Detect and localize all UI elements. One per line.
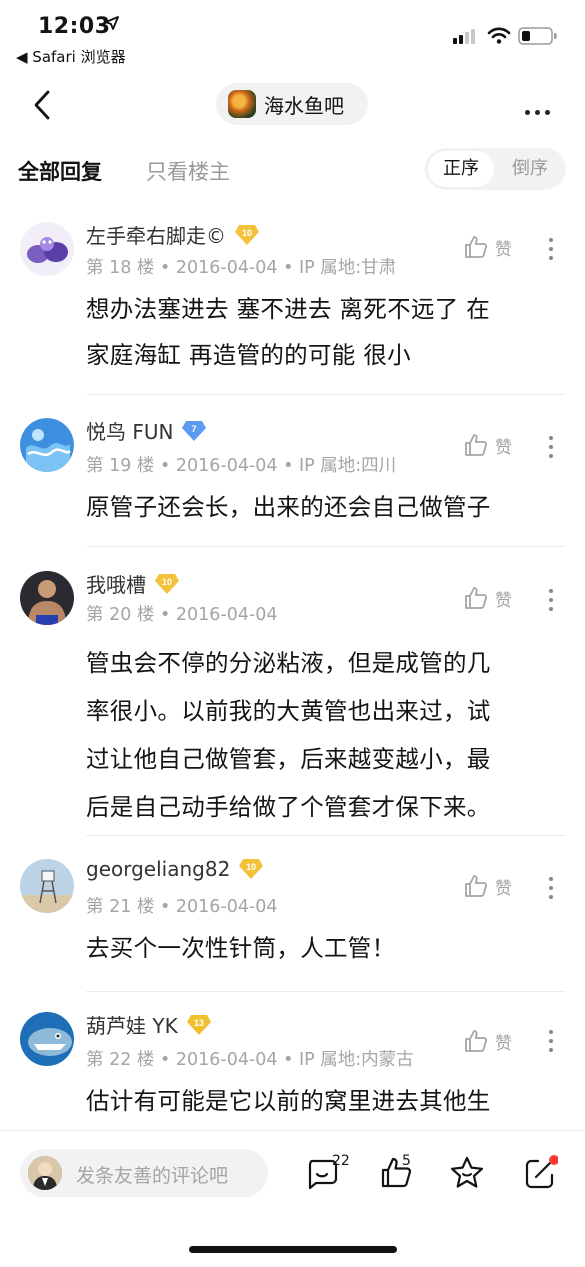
thumb-up-icon	[465, 1030, 488, 1052]
avatar[interactable]	[20, 222, 74, 276]
forum-pill[interactable]: 海水鱼吧	[216, 83, 368, 125]
avatar[interactable]	[20, 418, 74, 472]
reply-item: 我哦槽 10 第 20 楼 • 2016-04-04 赞 管虫会不停的分泌粘液，…	[0, 557, 585, 837]
divider	[86, 835, 565, 836]
level-badge-icon: 10	[155, 573, 179, 594]
username-text: 我哦槽	[86, 573, 146, 597]
reply-item: 左手牵右脚走© 10 第 18 楼 • 2016-04-04 • IP 属地:甘…	[0, 206, 585, 396]
level-number: 13	[194, 1018, 204, 1028]
back-to-safari-link[interactable]: ◀ Safari 浏览器	[16, 46, 126, 67]
avatar[interactable]	[20, 859, 74, 913]
reply-tabs: 全部回复 只看楼主 正序 倒序	[0, 140, 585, 200]
username[interactable]: georgeliang82 10	[86, 857, 264, 881]
thumb-up-icon	[465, 587, 488, 609]
wifi-icon	[487, 27, 511, 44]
avatar[interactable]	[20, 571, 74, 625]
thumb-up-icon	[465, 875, 488, 897]
reply-item: 葫芦娃 YK 13 第 22 楼 • 2016-04-04 • IP 属地:内蒙…	[0, 998, 585, 1130]
comment-input[interactable]: 发条友善的评论吧	[20, 1149, 268, 1197]
reply-more-icon[interactable]	[549, 589, 553, 616]
like-label: 赞	[495, 437, 512, 458]
username[interactable]: 左手牵右脚走© 10	[86, 220, 260, 249]
username[interactable]: 葫芦娃 YK 13	[86, 1010, 212, 1039]
reply-more-icon[interactable]	[549, 436, 553, 463]
like-label: 赞	[495, 590, 512, 611]
forum-name: 海水鱼吧	[264, 93, 344, 118]
tab-all-replies[interactable]: 全部回复	[18, 156, 102, 186]
level-number: 7	[192, 424, 197, 434]
tab-owner-only[interactable]: 只看楼主	[146, 156, 230, 186]
thumb-up-icon	[465, 434, 488, 456]
back-chevron-icon[interactable]	[28, 88, 58, 122]
like-label: 赞	[495, 239, 512, 260]
divider	[86, 546, 565, 547]
comment-count: 22	[332, 1153, 350, 1169]
reply-content: 想办法塞进去 塞不进去 离死不远了 在 家庭海缸 再造管的的可能 很小	[86, 295, 491, 369]
reply-more-icon[interactable]	[549, 238, 553, 265]
level-badge-icon: 13	[186, 1014, 211, 1035]
username[interactable]: 我哦槽 10	[86, 569, 180, 598]
my-avatar	[28, 1156, 62, 1190]
like-button[interactable]: 赞	[463, 234, 512, 260]
signal-icon	[453, 29, 475, 44]
level-number: 10	[246, 862, 256, 872]
like-button[interactable]: 赞	[463, 873, 512, 899]
status-time: 12:03	[38, 14, 111, 39]
order-ascending-button[interactable]: 正序	[428, 151, 494, 187]
home-indicator	[189, 1246, 397, 1253]
order-toggle: 正序 倒序	[425, 148, 566, 190]
star-icon[interactable]	[449, 1155, 485, 1191]
like-button[interactable]: 赞	[463, 432, 512, 458]
like-button[interactable]: 赞	[463, 1028, 512, 1054]
location-arrow-icon	[105, 16, 119, 30]
thumb-up-icon	[465, 236, 488, 258]
username-text: 左手牵右脚走©	[86, 224, 226, 248]
level-number: 10	[162, 577, 172, 587]
reply-meta: 第 22 楼 • 2016-04-04 • IP 属地:内蒙古	[86, 1050, 414, 1070]
reply-meta: 第 19 楼 • 2016-04-04 • IP 属地:四川	[86, 456, 397, 476]
username-text: georgeliang82	[86, 857, 231, 881]
battery-icon	[518, 27, 557, 45]
more-icon[interactable]	[525, 100, 555, 119]
reply-content: 估计有可能是它以前的窝里进去其他生	[86, 1087, 491, 1115]
reply-content: 管虫会不停的分泌粘液，但是成管的几 率很小。以前我的大黄管也出来过，试 过让他自…	[86, 649, 491, 821]
divider	[86, 991, 565, 992]
forum-avatar	[228, 90, 256, 118]
comment-placeholder: 发条友善的评论吧	[76, 1165, 229, 1187]
reply-item: georgeliang82 10 第 21 楼 • 2016-04-04 赞 去…	[0, 845, 585, 992]
reply-meta: 第 20 楼 • 2016-04-04	[86, 605, 278, 625]
reply-meta: 第 21 楼 • 2016-04-04	[86, 897, 278, 917]
reply-meta: 第 18 楼 • 2016-04-04 • IP 属地:甘肃	[86, 258, 397, 278]
reply-content: 去买个一次性针筒，人工管！	[86, 934, 396, 962]
reply-content: 原管子还会长，出来的还会自己做管子	[86, 493, 491, 521]
reply-item: 悦鸟 FUN 7 第 19 楼 • 2016-04-04 • IP 属地:四川 …	[0, 404, 585, 550]
like-label: 赞	[495, 878, 512, 899]
username[interactable]: 悦鸟 FUN 7	[86, 416, 207, 445]
level-badge-icon: 7	[182, 420, 207, 441]
avatar[interactable]	[20, 1012, 74, 1066]
like-label: 赞	[495, 1033, 512, 1054]
reply-more-icon[interactable]	[549, 877, 553, 904]
status-bar: 12:03 ◀ Safari 浏览器	[0, 0, 585, 72]
username-text: 葫芦娃 YK	[86, 1014, 178, 1038]
level-number: 10	[242, 228, 252, 238]
divider	[86, 394, 565, 395]
nav-bar: 海水鱼吧	[0, 72, 585, 138]
share-icon[interactable]	[522, 1155, 558, 1191]
reply-more-icon[interactable]	[549, 1030, 553, 1057]
level-badge-icon: 10	[235, 224, 259, 245]
order-descending-button[interactable]: 倒序	[497, 151, 563, 187]
username-text: 悦鸟 FUN	[86, 420, 174, 444]
like-button[interactable]: 赞	[463, 585, 512, 611]
level-badge-icon: 10	[239, 859, 264, 879]
like-count: 5	[402, 1153, 411, 1169]
